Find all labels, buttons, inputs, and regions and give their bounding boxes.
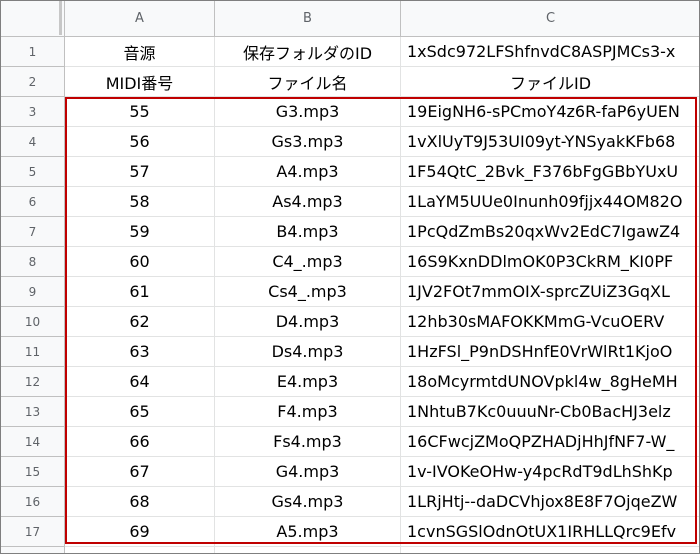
row-header[interactable]: 9	[1, 277, 65, 307]
cell-b[interactable]: Fs4.mp3	[215, 427, 401, 457]
cell-c[interactable]: 1HzFSl_P9nDSHnfE0VrWlRt1KjoO	[401, 337, 699, 367]
cell-a[interactable]: 69	[65, 517, 215, 547]
row-header[interactable]: 10	[1, 307, 65, 337]
cell-c[interactable]: 1Ldaw7lST_MLA7EvGiz0aFaCoXD	[401, 547, 699, 553]
cell-a[interactable]: 59	[65, 217, 215, 247]
cell-c[interactable]: 19EigNH6-sPCmoY4z6R-faP6yUEN	[401, 97, 699, 127]
cell-a[interactable]: 56	[65, 127, 215, 157]
cell-c[interactable]: 1xSdc972LFShfnvdC8ASPJMCs3-x	[401, 37, 699, 67]
row-header[interactable]: 2	[1, 67, 65, 97]
cell-b[interactable]: Ds4.mp3	[215, 337, 401, 367]
row-header[interactable]: 17	[1, 517, 65, 547]
row-header[interactable]: 12	[1, 367, 65, 397]
row-header[interactable]: 15	[1, 457, 65, 487]
cell-c[interactable]: 1LRjHtj--daDCVhjox8E8F7OjqeZW	[401, 487, 699, 517]
spreadsheet-grid: A B C 1 音源 保存フォルダのID 1xSdc972LFShfnvdC8ASPJMCs…	[0, 0, 700, 554]
row-header[interactable]: 3	[1, 97, 65, 127]
cell-c[interactable]: 1cvnSGSlOdnOtUX1IRHLLQrc9Efv	[401, 517, 699, 547]
cell-b[interactable]: G4.mp3	[215, 457, 401, 487]
cell-a[interactable]: 音源	[65, 37, 215, 67]
cell-c[interactable]: 1F54QtC_2Bvk_F376bFgGBbYUxU	[401, 157, 699, 187]
cell-c[interactable]: 12hb30sMAFOKKMmG-VcuOERV	[401, 307, 699, 337]
cell-b[interactable]: E4.mp3	[215, 367, 401, 397]
cell-b[interactable]: Cs4_.mp3	[215, 277, 401, 307]
cell-b[interactable]: A4.mp3	[215, 157, 401, 187]
column-header-b[interactable]: B	[215, 1, 401, 37]
cell-b[interactable]: A5.mp3	[215, 517, 401, 547]
cell-c[interactable]: 1JV2FOt7mmOIX-sprcZUiZ3GqXL	[401, 277, 699, 307]
row-header[interactable]: 7	[1, 217, 65, 247]
cell-c[interactable]: 1LaYM5UUe0Inunh09fjjx44OM82O	[401, 187, 699, 217]
cell-a[interactable]: 66	[65, 427, 215, 457]
cell-c[interactable]: 16S9KxnDDlmOK0P3CkRM_KI0PF	[401, 247, 699, 277]
select-all-corner[interactable]	[1, 1, 65, 37]
cell-c[interactable]: 1vXlUyT9J53UI09yt-YNSyakKFb68	[401, 127, 699, 157]
cell-a[interactable]: 58	[65, 187, 215, 217]
cell-b[interactable]: F4.mp3	[215, 397, 401, 427]
cell-b[interactable]: B4.mp3	[215, 217, 401, 247]
cell-a[interactable]: 65	[65, 397, 215, 427]
column-header-a[interactable]: A	[65, 1, 215, 37]
cell-a[interactable]: 60	[65, 247, 215, 277]
row-header[interactable]: 14	[1, 427, 65, 457]
cell-a[interactable]: 57	[65, 157, 215, 187]
cell-a[interactable]: 62	[65, 307, 215, 337]
row-header[interactable]: 1	[1, 37, 65, 67]
cell-b[interactable]: D4.mp3	[215, 307, 401, 337]
cell-c[interactable]: 1NhtuB7Kc0uuuNr-Cb0BacHJ3elz	[401, 397, 699, 427]
cell-b[interactable]: ファイル名	[215, 67, 401, 97]
cell-c[interactable]: 16CFwcjZMoQPZHADjHhJfNF7-W_	[401, 427, 699, 457]
cell-c[interactable]: 1v-IVOKeOHw-y4pcRdT9dLhShKp	[401, 457, 699, 487]
cell-a[interactable]: 68	[65, 487, 215, 517]
cell-b[interactable]: C4_.mp3	[215, 247, 401, 277]
cell-a[interactable]: 70	[65, 547, 215, 553]
cell-a[interactable]: 61	[65, 277, 215, 307]
cell-c[interactable]: ファイルID	[401, 67, 699, 97]
cell-a[interactable]: 64	[65, 367, 215, 397]
cell-b[interactable]: As5.mp3	[215, 547, 401, 553]
row-header[interactable]: 6	[1, 187, 65, 217]
column-header-c[interactable]: C	[401, 1, 699, 37]
row-header[interactable]: 16	[1, 487, 65, 517]
cell-b[interactable]: 保存フォルダのID	[215, 37, 401, 67]
row-header[interactable]: 5	[1, 157, 65, 187]
cell-a[interactable]: MIDI番号	[65, 67, 215, 97]
row-header[interactable]: 8	[1, 247, 65, 277]
cell-c[interactable]: 1PcQdZmBs20qxWv2EdC7IgawZ4	[401, 217, 699, 247]
row-header[interactable]: 18	[1, 547, 65, 553]
cell-a[interactable]: 67	[65, 457, 215, 487]
row-header[interactable]: 11	[1, 337, 65, 367]
cell-b[interactable]: Gs4.mp3	[215, 487, 401, 517]
cell-a[interactable]: 55	[65, 97, 215, 127]
row-header[interactable]: 4	[1, 127, 65, 157]
row-header[interactable]: 13	[1, 397, 65, 427]
cell-b[interactable]: As4.mp3	[215, 187, 401, 217]
cell-a[interactable]: 63	[65, 337, 215, 367]
cell-c[interactable]: 18oMcyrmtdUNOVpkl4w_8gHeMH	[401, 367, 699, 397]
cell-b[interactable]: Gs3.mp3	[215, 127, 401, 157]
cell-b[interactable]: G3.mp3	[215, 97, 401, 127]
